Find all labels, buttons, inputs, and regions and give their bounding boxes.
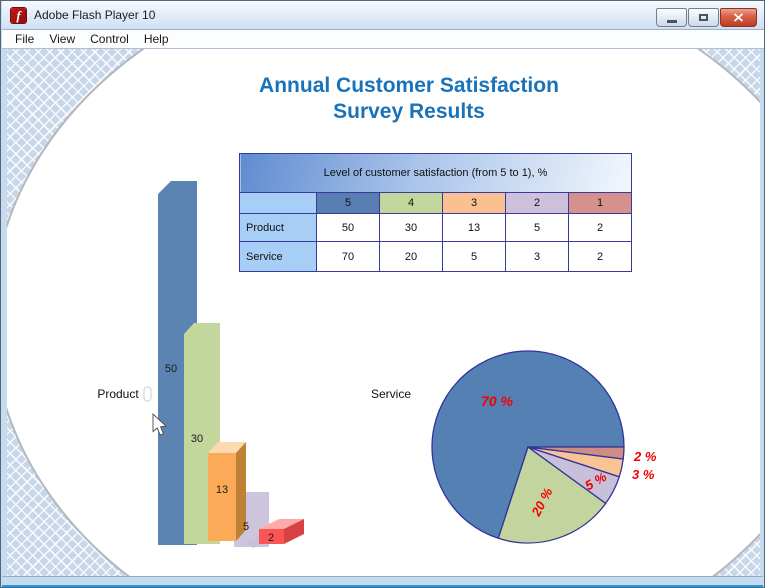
titlebar[interactable]: f Adobe Flash Player 10 xyxy=(2,1,764,30)
pie-label-70: 70 % xyxy=(481,393,513,409)
bar-chart-label: Product xyxy=(97,387,139,401)
close-icon xyxy=(733,13,744,22)
bar-level-3 xyxy=(208,453,236,541)
flash-stage: Annual Customer Satisfaction Survey Resu… xyxy=(7,49,760,576)
menu-item-view[interactable]: View xyxy=(46,31,78,47)
bar-value-5: 50 xyxy=(165,363,177,375)
menu-item-help[interactable]: Help xyxy=(141,31,172,47)
window-title: Adobe Flash Player 10 xyxy=(34,8,156,22)
window-controls xyxy=(655,8,757,27)
menubar: File View Control Help xyxy=(2,30,764,49)
bar-value-1: 2 xyxy=(268,532,274,544)
menu-item-control[interactable]: Control xyxy=(87,31,132,47)
minimize-icon xyxy=(666,19,677,23)
minimize-button[interactable] xyxy=(656,8,687,27)
pie-label-3: 3 % xyxy=(632,467,655,482)
window-bottom-border xyxy=(2,576,763,587)
bar-value-3: 13 xyxy=(216,484,228,496)
white-marker xyxy=(143,386,152,402)
close-button[interactable] xyxy=(720,8,757,27)
maximize-icon xyxy=(699,14,708,21)
service-pie-chart xyxy=(431,350,625,544)
flash-player-window: f Adobe Flash Player 10 File View Contro… xyxy=(0,0,765,588)
bar-value-4: 30 xyxy=(191,433,203,445)
pie-chart-label: Service xyxy=(371,387,411,401)
product-bar-chart: 50 30 13 5 2 Product xyxy=(97,181,304,548)
flash-app-icon: f xyxy=(11,7,26,23)
charts-canvas: 50 30 13 5 2 Product 70 % 20 % 5 % 2 % 3… xyxy=(97,181,657,548)
pie-label-2: 2 % xyxy=(633,449,657,464)
menu-item-file[interactable]: File xyxy=(12,31,37,47)
bar-value-2: 5 xyxy=(243,521,249,533)
maximize-button[interactable] xyxy=(688,8,719,27)
